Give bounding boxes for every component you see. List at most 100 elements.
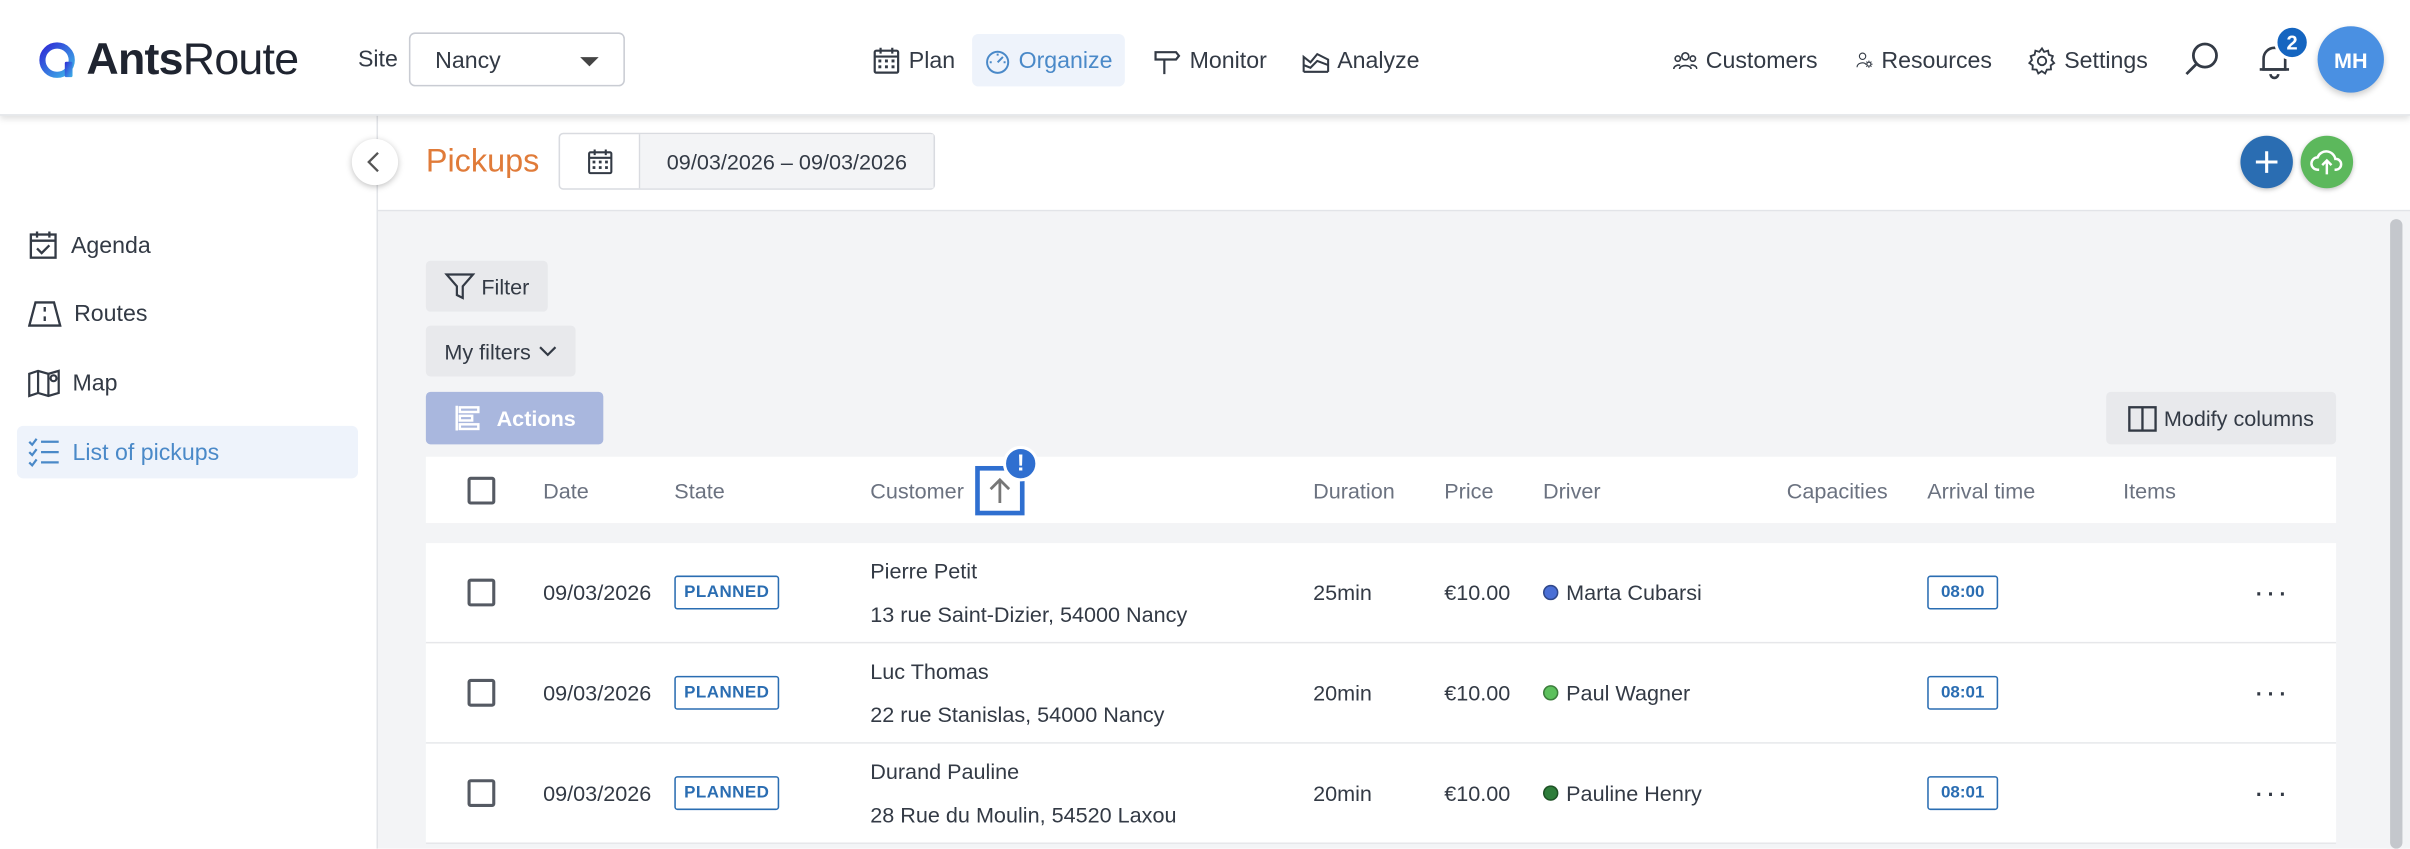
app-logo[interactable]: Ants Route bbox=[37, 34, 299, 86]
nav-customers-label: Customers bbox=[1705, 47, 1818, 74]
sidebar-item-routes[interactable]: Routes bbox=[17, 287, 358, 339]
row-checkbox[interactable] bbox=[467, 779, 496, 807]
gauge-icon bbox=[986, 49, 1010, 74]
logo-mark-icon bbox=[39, 42, 75, 78]
gear-icon bbox=[2027, 46, 2056, 75]
customer-name[interactable]: Luc Thomas bbox=[870, 659, 988, 684]
top-bar: Ants Route Site Nancy Plan Organize Monit… bbox=[0, 0, 2410, 116]
row-date: 09/03/2026 bbox=[543, 580, 652, 605]
row-duration: 20min bbox=[1313, 680, 1372, 706]
row-price: €10.00 bbox=[1444, 780, 1511, 806]
more-options-icon[interactable]: ··· bbox=[2254, 677, 2288, 708]
column-header-date[interactable]: Date bbox=[543, 478, 589, 503]
row-driver: Pauline Henry bbox=[1566, 780, 1702, 806]
my-filters-label: My filters bbox=[444, 338, 531, 364]
modify-columns-label: Modify columns bbox=[2163, 405, 2314, 431]
app-root: Ants Route Site Nancy Plan Organize Monit… bbox=[0, 0, 2410, 849]
logo-text-light: Route bbox=[182, 34, 299, 85]
driver-color-dot bbox=[1543, 685, 1559, 701]
sidebar: Agenda Routes Map List of pickups bbox=[0, 114, 379, 849]
calendar-icon bbox=[587, 148, 612, 174]
customer-name[interactable]: Pierre Petit bbox=[870, 559, 977, 584]
column-header-driver[interactable]: Driver bbox=[1543, 478, 1601, 503]
column-header-arrival-time[interactable]: Arrival time bbox=[1927, 478, 2035, 503]
date-range-value[interactable]: 09/03/2026 – 09/03/2026 bbox=[640, 134, 934, 189]
list-icon bbox=[28, 438, 59, 468]
site-select[interactable]: Nancy bbox=[408, 32, 625, 87]
sidebar-item-list-of-pickups[interactable]: List of pickups bbox=[16, 425, 358, 479]
route-icon bbox=[27, 301, 62, 327]
column-header-items[interactable]: Items bbox=[2123, 478, 2176, 503]
plus-icon bbox=[2255, 151, 2278, 173]
column-header-duration[interactable]: Duration bbox=[1313, 478, 1395, 503]
row-price: €10.00 bbox=[1444, 580, 1511, 605]
calendar-check-icon bbox=[29, 231, 57, 259]
calendar-grid-icon bbox=[873, 47, 900, 73]
column-header-state[interactable]: State bbox=[674, 478, 724, 503]
sidebar-item-label: List of pickups bbox=[72, 438, 220, 466]
arrival-time-badge: 08:01 bbox=[1927, 776, 1999, 811]
column-header-capacities[interactable]: Capacities bbox=[1787, 478, 1888, 503]
nav-plan-label: Plan bbox=[908, 47, 956, 74]
sidebar-item-label: Agenda bbox=[70, 232, 151, 259]
nav-analyze[interactable]: Analyze bbox=[1290, 34, 1432, 86]
column-header-price[interactable]: Price bbox=[1444, 478, 1493, 503]
cloud-upload-icon bbox=[2310, 150, 2343, 175]
nav-plan[interactable]: Plan bbox=[859, 34, 967, 86]
users-icon bbox=[1672, 51, 1698, 69]
status-badge: PLANNED bbox=[674, 675, 780, 710]
customer-name[interactable]: Durand Pauline bbox=[870, 759, 1019, 784]
driver-color-dot bbox=[1543, 584, 1559, 601]
nav-monitor-label: Monitor bbox=[1189, 47, 1267, 74]
date-picker-button[interactable] bbox=[560, 134, 641, 189]
page-title: Pickups bbox=[425, 143, 540, 179]
sidebar-item-agenda[interactable]: Agenda bbox=[17, 219, 358, 271]
row-checkbox[interactable] bbox=[467, 678, 496, 707]
nav-settings[interactable]: Settings bbox=[2015, 34, 2160, 86]
row-driver: Marta Cubarsi bbox=[1566, 580, 1702, 605]
customer-address: 28 Rue du Moulin, 54520 Laxou bbox=[870, 802, 1177, 828]
signpost-icon bbox=[1154, 50, 1181, 74]
import-button[interactable] bbox=[2300, 135, 2354, 189]
chevron-left-icon bbox=[367, 151, 379, 173]
sidebar-item-map[interactable]: Map bbox=[17, 356, 358, 408]
nav-customers[interactable]: Customers bbox=[1660, 34, 1830, 86]
my-filters-dropdown[interactable]: My filters bbox=[425, 325, 576, 377]
chevron-down-icon bbox=[539, 345, 557, 356]
table-row[interactable]: 09/03/2026 PLANNED Luc Thomas 22 rue Sta… bbox=[425, 643, 2337, 744]
actions-button[interactable]: Actions bbox=[425, 391, 604, 445]
date-range-picker[interactable]: 09/03/2026 – 09/03/2026 bbox=[558, 132, 936, 190]
avatar[interactable]: MH bbox=[2317, 26, 2384, 93]
select-all-checkbox[interactable] bbox=[467, 476, 496, 505]
add-pickup-button[interactable] bbox=[2240, 135, 2293, 189]
arrow-up-icon bbox=[989, 477, 1011, 504]
collapse-sidebar-button[interactable] bbox=[351, 138, 399, 186]
arrival-time-badge: 08:00 bbox=[1927, 575, 1999, 610]
nav-monitor[interactable]: Monitor bbox=[1140, 34, 1279, 86]
nav-organize[interactable]: Organize bbox=[972, 33, 1125, 87]
row-checkbox[interactable] bbox=[467, 578, 496, 607]
filter-button[interactable]: Filter bbox=[425, 260, 548, 312]
row-date: 09/03/2026 bbox=[543, 680, 652, 706]
table-row[interactable]: 09/03/2026 PLANNED Pierre Petit 13 rue S… bbox=[425, 543, 2337, 644]
nav-resources[interactable]: Resources bbox=[1844, 34, 2004, 86]
more-options-icon[interactable]: ··· bbox=[2254, 778, 2288, 809]
actions-label: Actions bbox=[496, 405, 576, 431]
notification-badge: 2 bbox=[2274, 24, 2310, 61]
user-gear-icon bbox=[1856, 52, 1873, 68]
status-badge: PLANNED bbox=[674, 776, 780, 811]
customer-address: 13 rue Saint-Dizier, 54000 Nancy bbox=[870, 601, 1188, 627]
row-date: 09/03/2026 bbox=[543, 780, 652, 806]
map-icon bbox=[28, 369, 60, 398]
scrollbar-thumb[interactable] bbox=[2390, 219, 2403, 849]
funnel-icon bbox=[444, 273, 476, 300]
table-row[interactable]: 09/03/2026 PLANNED Durand Pauline 28 Rue… bbox=[425, 743, 2337, 845]
search-icon[interactable] bbox=[2182, 40, 2222, 80]
column-header-customer[interactable]: Customer bbox=[870, 478, 964, 503]
row-duration: 25min bbox=[1313, 580, 1372, 605]
more-options-icon[interactable]: ··· bbox=[2254, 577, 2288, 608]
site-select-value: Nancy bbox=[435, 47, 501, 75]
table-header: Date State Customer ! Duration Price Dri… bbox=[425, 445, 2337, 524]
modify-columns-button[interactable]: Modify columns bbox=[2106, 391, 2337, 445]
sort-alert-badge: ! bbox=[1002, 445, 1039, 482]
